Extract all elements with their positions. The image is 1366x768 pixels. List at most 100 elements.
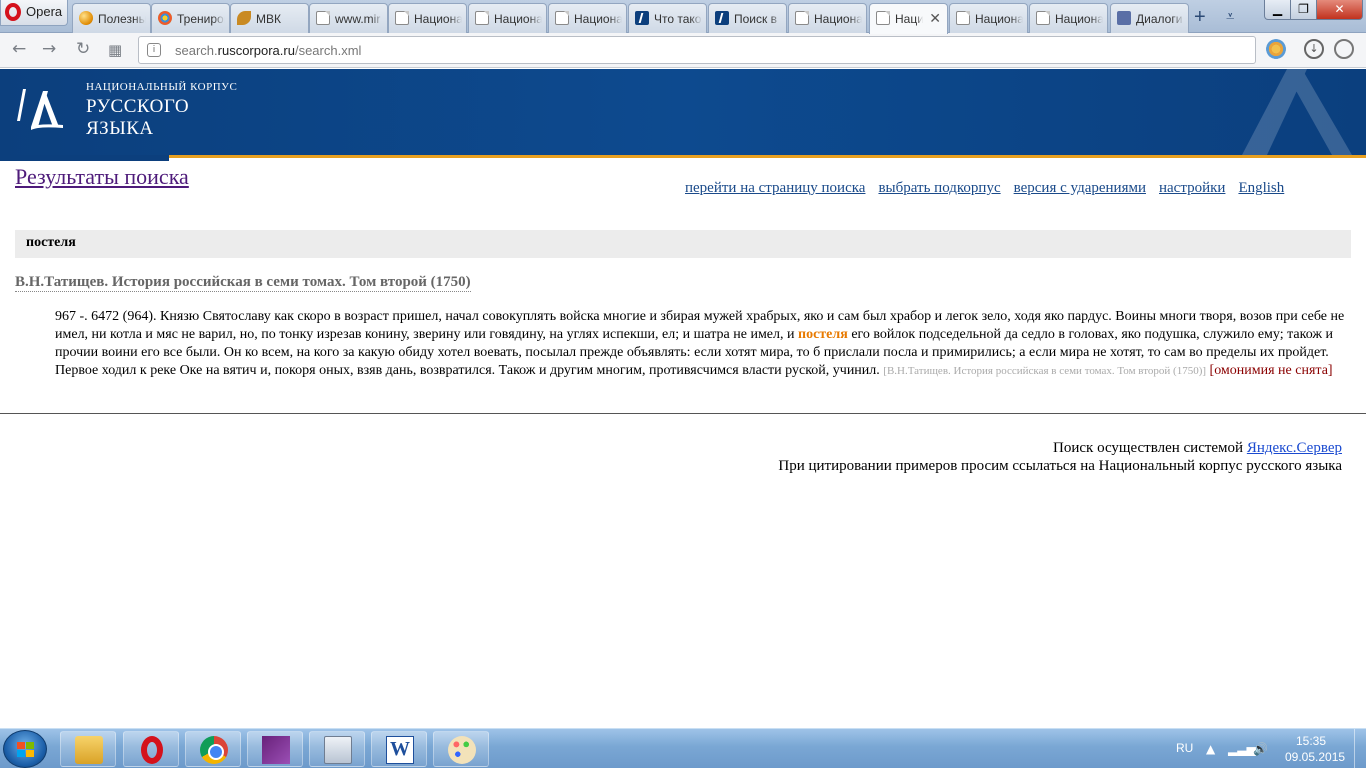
settings-link[interactable]: настройки <box>1159 180 1225 196</box>
header-blue-strip <box>0 155 169 161</box>
leaf-icon <box>237 11 251 25</box>
stressed-version-link[interactable]: версия с ударениями <box>1014 180 1146 196</box>
browser-tab[interactable]: Национальный <box>949 3 1028 33</box>
taskbar-visual-studio[interactable] <box>247 731 303 767</box>
taskbar-chrome[interactable] <box>185 731 241 767</box>
browser-tab[interactable]: Национальный <box>1029 3 1108 33</box>
browser-tab[interactable]: Полезные <box>72 3 151 33</box>
reload-icon[interactable]: ↻ <box>76 39 90 59</box>
page-title-link[interactable]: Результаты поиска <box>15 164 189 190</box>
tray-expand-icon[interactable]: ▲ <box>1206 742 1215 756</box>
page-icon <box>475 11 489 25</box>
page-icon <box>956 11 970 25</box>
tab-title: Поиск в <box>734 12 777 26</box>
choose-subcorpus-link[interactable]: выбрать подкорпус <box>878 180 1000 196</box>
page-icon <box>316 11 330 25</box>
page-icon <box>395 11 409 25</box>
browser-tab-strip: Opera Полезные Тренировка МВК www.mir На… <box>0 0 1366 34</box>
flower-icon <box>158 11 172 25</box>
calculator-icon <box>324 736 352 764</box>
start-button[interactable] <box>3 730 47 768</box>
ball-icon <box>79 11 93 25</box>
opera-icon <box>5 3 21 21</box>
opera-menu-button[interactable]: Opera <box>0 0 68 26</box>
taskbar-calculator[interactable] <box>309 731 365 767</box>
maximize-window-icon[interactable]: ❐ <box>1290 0 1317 20</box>
tab-menu-chevron-icon[interactable]: ⩡ <box>1226 7 1234 25</box>
page-icon <box>876 11 890 25</box>
tab-title: Что такое <box>654 12 702 26</box>
go-to-search-page-link[interactable]: перейти на страницу поиска <box>685 180 865 196</box>
tab-title: Национальный <box>574 12 622 26</box>
homonymy-note[interactable]: [омонимия не снята] <box>1210 363 1333 378</box>
minimize-window-icon[interactable]: ▁ <box>1264 0 1291 20</box>
volume-icon[interactable]: 🔊 <box>1253 742 1268 756</box>
site-header: НАЦИОНАЛЬНЫЙ КОРПУС РУССКОГО ЯЗЫКА <box>0 69 1366 155</box>
tab-title: Тренировка <box>177 12 225 26</box>
new-tab-icon[interactable]: + <box>1194 6 1206 29</box>
network-signal-icon[interactable]: ▂▃▅ <box>1228 742 1256 756</box>
speed-dial-grid-icon[interactable]: ▦ <box>108 41 122 59</box>
snippet-source: [В.Н.Татищев. История российская в семи … <box>883 365 1207 377</box>
download-icon[interactable]: ↓ <box>1304 39 1324 59</box>
browser-toolbar: ← → ↻ ▦ i search.ruscorpora.ru/search.xm… <box>0 33 1366 68</box>
tab-title: Национальный <box>895 12 923 26</box>
query-bar: постеля <box>15 230 1351 258</box>
footer-cite-line: При цитировании примеров просим ссылатьс… <box>778 458 1342 474</box>
back-arrow-icon[interactable]: ← <box>12 39 26 59</box>
opera-icon <box>141 736 163 764</box>
header-watermark-icon <box>1242 69 1352 155</box>
url-text: search.ruscorpora.ru/search.xml <box>175 43 362 58</box>
tab-title: Национальный <box>1055 12 1103 26</box>
top-links: перейти на страницу поиска выбрать подкор… <box>685 180 1284 197</box>
taskbar-explorer[interactable] <box>60 731 116 767</box>
tab-title: МВК <box>256 12 281 26</box>
browser-tab[interactable]: Диалоги <box>1110 3 1189 33</box>
windows-taskbar: RU ▲ ▂▃▅ 🔊 15:35 09.05.2015 <box>0 728 1366 768</box>
browser-tab[interactable]: Тренировка <box>151 3 230 33</box>
chrome-icon <box>200 736 228 764</box>
show-desktop-button[interactable] <box>1354 729 1366 768</box>
snippet-highlight[interactable]: постеля <box>798 327 848 342</box>
results-divider <box>0 413 1366 414</box>
english-link[interactable]: English <box>1238 180 1284 196</box>
tab-title: www.mir <box>335 12 381 26</box>
nkrja-icon <box>715 11 729 25</box>
address-bar[interactable]: i search.ruscorpora.ru/search.xml <box>138 36 1256 64</box>
browser-tab[interactable]: Поиск в <box>708 3 787 33</box>
keyboard-language[interactable]: RU <box>1176 741 1193 755</box>
browser-tab-active[interactable]: Национальный ✕ <box>869 3 948 34</box>
document-title[interactable]: В.Н.Татищев. История российская в семи т… <box>15 274 471 292</box>
site-name-line2: РУССКОГО <box>86 96 190 117</box>
tab-title: Национальный <box>814 12 862 26</box>
browser-tab[interactable]: Национальный <box>388 3 467 33</box>
browser-tab[interactable]: Национальный <box>548 3 627 33</box>
paint-icon <box>448 736 476 764</box>
browser-tab[interactable]: Национальный <box>468 3 547 33</box>
page-icon <box>1036 11 1050 25</box>
browser-tab[interactable]: Национальный <box>788 3 867 33</box>
browser-tab[interactable]: www.mir <box>309 3 388 33</box>
dialog-icon <box>1117 11 1131 25</box>
close-tab-icon[interactable]: ✕ <box>929 10 941 27</box>
account-icon[interactable] <box>1334 39 1354 59</box>
taskbar-paint[interactable] <box>433 731 489 767</box>
extensions-icon[interactable] <box>1266 39 1286 59</box>
tab-title: Полезные <box>98 12 146 26</box>
clock-date[interactable]: 09.05.2015 <box>1285 750 1345 764</box>
yandex-server-link[interactable]: Яндекс.Сервер <box>1247 440 1342 456</box>
taskbar-word[interactable] <box>371 731 427 767</box>
page-icon <box>795 11 809 25</box>
explorer-icon <box>75 736 103 764</box>
taskbar-opera[interactable] <box>123 731 179 767</box>
ruscorpora-logo-icon[interactable] <box>9 81 67 139</box>
site-info-icon[interactable]: i <box>147 43 161 57</box>
result-snippet: 967 -. 6472 (964). Князю Святославу как … <box>55 308 1345 380</box>
forward-arrow-icon[interactable]: → <box>42 39 56 59</box>
browser-tab[interactable]: МВК <box>230 3 309 33</box>
tab-title: Диалоги <box>1136 12 1183 26</box>
footer-search-line: Поиск осуществлен системой Яндекс.Сервер <box>1053 440 1342 456</box>
close-window-icon[interactable]: ✕ <box>1316 0 1363 20</box>
clock-time[interactable]: 15:35 <box>1296 734 1326 748</box>
browser-tab[interactable]: Что такое <box>628 3 707 33</box>
